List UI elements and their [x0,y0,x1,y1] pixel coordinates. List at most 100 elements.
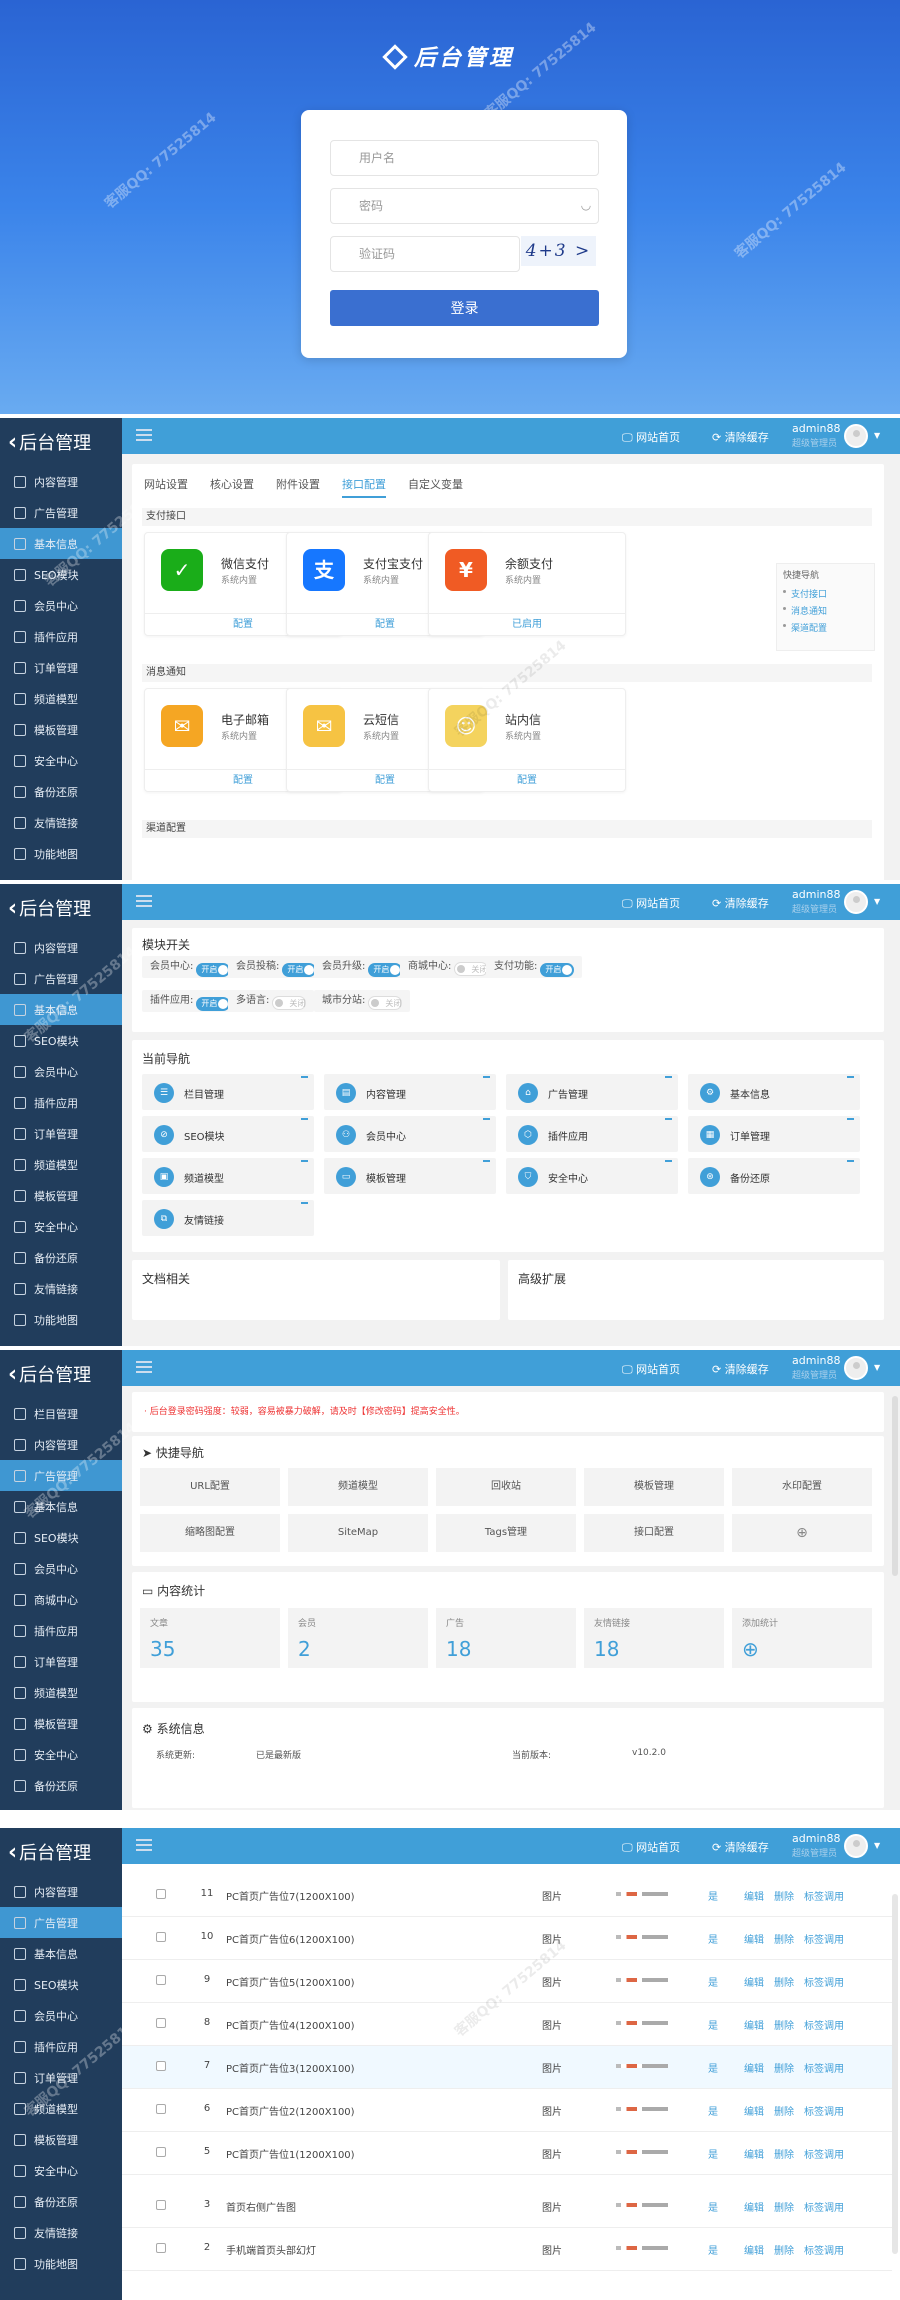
nav-item[interactable]: ⧉ 友情链接 [142,1200,314,1236]
delete-link[interactable]: 删除 [774,2203,794,2214]
sidebar-item[interactable]: 功能地图 [0,2248,122,2279]
row-checkbox[interactable] [156,2061,166,2071]
row-status[interactable]: 是 [708,2017,718,2032]
remove-icon[interactable] [483,1118,490,1123]
tag-call-link[interactable]: 标签调用 [804,1892,844,1903]
eye-icon[interactable]: ◡ [579,198,593,212]
delete-link[interactable]: 删除 [774,2107,794,2118]
remove-icon[interactable] [665,1160,672,1165]
sidebar-item[interactable]: 基本信息 [0,1938,122,1969]
password-input[interactable] [330,188,599,224]
captcha-image[interactable]: 4+3 > [521,236,596,266]
sidebar-item[interactable]: 订单管理 [0,652,122,683]
sidebar-item[interactable]: 基本信息 [0,994,122,1025]
row-checkbox[interactable] [156,1932,166,1942]
toggle-switch[interactable]: 关闭 [272,996,307,1010]
login-button[interactable]: 登录 [330,290,599,326]
edit-link[interactable]: 编辑 [744,1978,764,1989]
sidebar-item[interactable]: 商城中心 [0,1584,122,1615]
sidebar-item[interactable]: 会员中心 [0,590,122,621]
sidebar-item[interactable]: 广告管理 [0,497,122,528]
stat-card[interactable]: 添加统计 ⊕ [732,1608,872,1668]
sidebar-item[interactable]: 备份还原 [0,776,122,807]
sidebar-item[interactable]: 频道模型 [0,2093,122,2124]
sidebar-item[interactable]: 栏目管理 [0,1398,122,1429]
tag-call-link[interactable]: 标签调用 [804,2064,844,2075]
sidebar-item[interactable]: SEO模块 [0,1969,122,2000]
avatar[interactable] [844,890,868,914]
row-checkbox[interactable] [156,2200,166,2210]
sidebar-item[interactable]: 广告管理 [0,1460,122,1491]
remove-icon[interactable] [301,1118,308,1123]
sidebar-item[interactable]: 友情链接 [0,2217,122,2248]
toggle-switch[interactable]: 开启 [540,963,575,977]
tab[interactable]: 自定义变量 [408,476,463,498]
menu-toggle-icon[interactable] [136,895,152,907]
sidebar-item[interactable]: SEO模块 [0,559,122,590]
tab[interactable]: 网站设置 [144,476,188,498]
sidebar-item[interactable]: 订单管理 [0,2062,122,2093]
quick-button[interactable]: 频道模型 [288,1468,428,1506]
quick-nav-link[interactable]: 消息通知 [783,604,868,617]
sidebar-item[interactable]: 会员中心 [0,2000,122,2031]
sidebar-item[interactable]: 模板管理 [0,2124,122,2155]
edit-link[interactable]: 编辑 [744,1935,764,1946]
username-input[interactable] [330,140,599,176]
back-chevron-icon[interactable]: ‹ [8,896,17,921]
quick-button[interactable]: 回收站 [436,1468,576,1506]
sidebar-item[interactable]: 内容管理 [0,1876,122,1907]
password-notice[interactable]: · 后台登录密码强度：较弱，容易被暴力破解，请及时【修改密码】提高安全性。 [144,1404,465,1417]
clear-cache-link[interactable]: ⟳ 清除缓存 [712,1839,769,1855]
sidebar-item[interactable]: 内容管理 [0,466,122,497]
remove-icon[interactable] [301,1202,308,1207]
remove-icon[interactable] [847,1076,854,1081]
sidebar-item[interactable]: 备份还原 [0,2186,122,2217]
remove-icon[interactable] [301,1076,308,1081]
scrollbar[interactable] [892,1396,898,1576]
sidebar-item[interactable]: 插件应用 [0,2031,122,2062]
sidebar-item[interactable]: SEO模块 [0,1025,122,1056]
remove-icon[interactable] [847,1118,854,1123]
tab[interactable]: 接口配置 [342,476,386,498]
sidebar-item[interactable]: 友情链接 [0,807,122,838]
site-home-link[interactable]: 🖵 网站首页 [622,1361,680,1377]
nav-item[interactable]: ▤ 内容管理 [324,1074,496,1110]
sidebar-item[interactable]: 会员中心 [0,1553,122,1584]
sidebar-item[interactable]: 模板管理 [0,1708,122,1739]
quick-button[interactable]: 模板管理 [584,1468,724,1506]
delete-link[interactable]: 删除 [774,2246,794,2257]
row-checkbox[interactable] [156,1975,166,1985]
edit-link[interactable]: 编辑 [744,1892,764,1903]
chevron-down-icon[interactable]: ▼ [874,1363,880,1372]
sidebar-item[interactable]: 订单管理 [0,1646,122,1677]
back-chevron-icon[interactable]: ‹ [8,1840,17,1865]
chevron-down-icon[interactable]: ▼ [874,897,880,906]
avatar[interactable] [844,1834,868,1858]
row-status[interactable]: 是 [708,1931,718,1946]
tab[interactable]: 附件设置 [276,476,320,498]
remove-icon[interactable] [847,1160,854,1165]
nav-item[interactable]: ⊛ 备份还原 [688,1158,860,1194]
row-status[interactable]: 是 [708,1974,718,1989]
row-checkbox[interactable] [156,1889,166,1899]
row-checkbox[interactable] [156,2243,166,2253]
remove-icon[interactable] [483,1160,490,1165]
row-checkbox[interactable] [156,2018,166,2028]
sidebar-item[interactable]: 频道模型 [0,1149,122,1180]
interface-action-button[interactable]: 配置 [429,769,625,791]
sidebar-item[interactable]: 订单管理 [0,1118,122,1149]
delete-link[interactable]: 删除 [774,1935,794,1946]
add-quick-button[interactable]: ⊕ [732,1514,872,1552]
quick-button[interactable]: SiteMap [288,1514,428,1552]
edit-link[interactable]: 编辑 [744,2064,764,2075]
delete-link[interactable]: 删除 [774,1978,794,1989]
sidebar-item[interactable]: 频道模型 [0,1677,122,1708]
sidebar-item[interactable]: 基本信息 [0,1491,122,1522]
nav-item[interactable]: ⚙ 基本信息 [688,1074,860,1110]
sidebar-item[interactable]: 功能地图 [0,1304,122,1335]
menu-toggle-icon[interactable] [136,1839,152,1851]
toggle-switch[interactable]: 开启 [196,997,231,1011]
sidebar-item[interactable]: 频道模型 [0,683,122,714]
back-chevron-icon[interactable]: ‹ [8,430,17,455]
delete-link[interactable]: 删除 [774,1892,794,1903]
